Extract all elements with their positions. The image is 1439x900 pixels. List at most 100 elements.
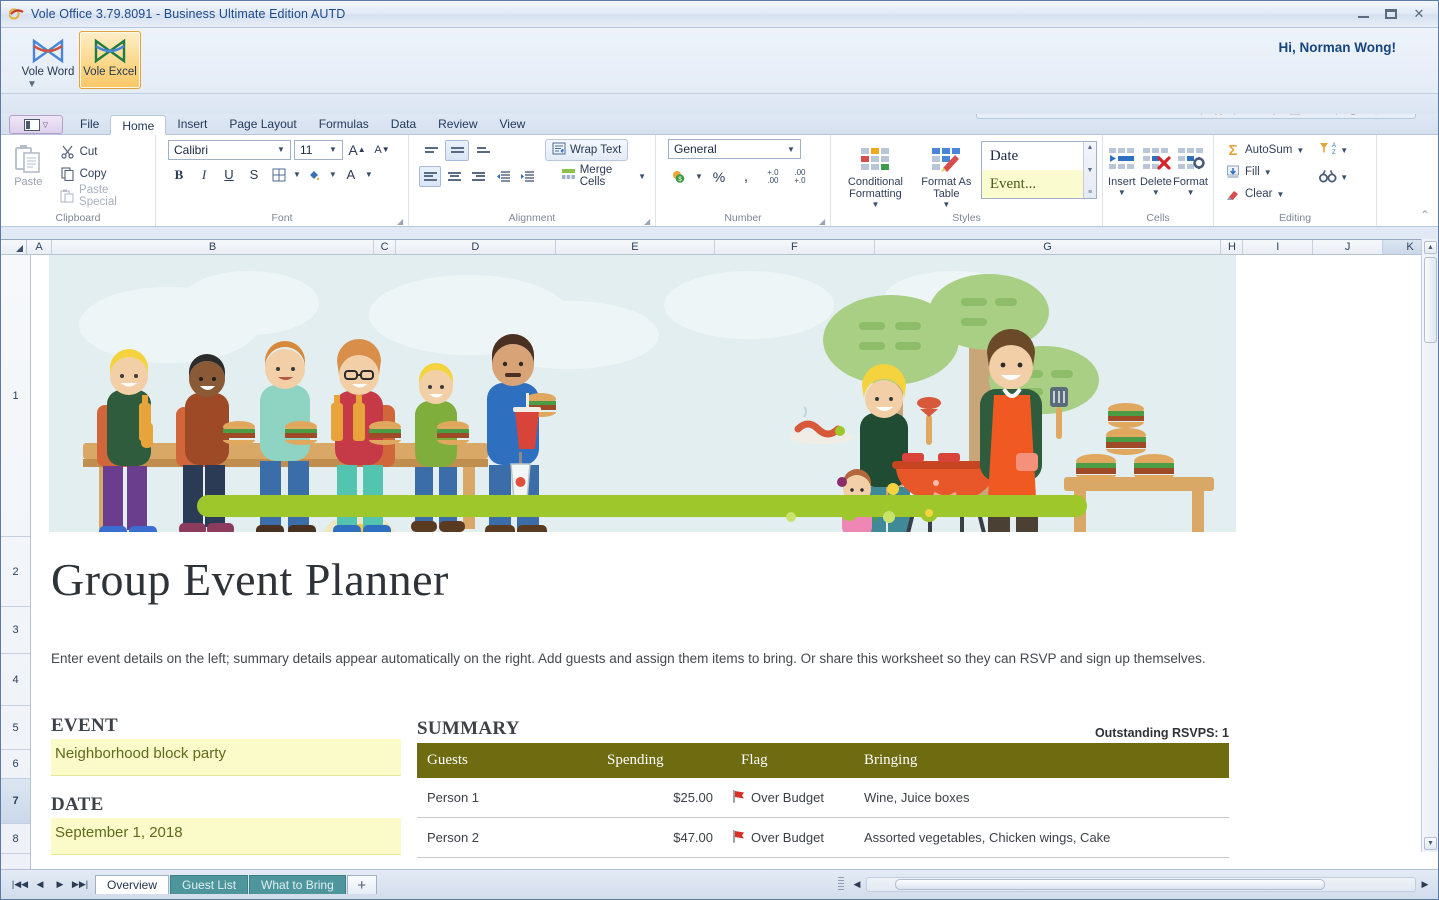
tab-view[interactable]: View bbox=[489, 114, 537, 134]
wrap-text-button[interactable]: Wrap Text bbox=[545, 139, 628, 161]
decrease-decimal-button[interactable]: .00+.0 bbox=[789, 166, 811, 187]
tab-review[interactable]: Review bbox=[427, 114, 488, 134]
font-dialog-launcher[interactable]: ◢ bbox=[397, 217, 405, 225]
table-row[interactable]: Person 3 $10.00 Ice cream, Soda bbox=[417, 858, 1229, 869]
ribbon-collapse-icon[interactable]: ▼ bbox=[27, 79, 37, 90]
scrollbar-resize-grip[interactable] bbox=[838, 877, 844, 892]
style-item-date[interactable]: Date bbox=[982, 142, 1096, 170]
column-header-g[interactable]: G bbox=[875, 240, 1222, 254]
horizontal-scroll-track[interactable] bbox=[866, 877, 1416, 892]
column-header-c[interactable]: C bbox=[374, 240, 396, 254]
align-top-button[interactable] bbox=[419, 140, 443, 161]
column-header-h[interactable]: H bbox=[1221, 240, 1243, 254]
column-header-j[interactable]: J bbox=[1313, 240, 1383, 254]
copy-button[interactable]: Copy bbox=[57, 163, 150, 185]
scroll-down-icon[interactable]: ▼ bbox=[1087, 167, 1094, 174]
row-header-6[interactable]: 6 bbox=[1, 750, 30, 779]
number-dialog-launcher[interactable]: ◢ bbox=[819, 217, 827, 225]
style-item-event[interactable]: Event... bbox=[982, 170, 1096, 198]
cut-button[interactable]: Cut bbox=[57, 141, 150, 163]
app-button-vole-excel[interactable]: Vole Excel bbox=[79, 31, 141, 89]
scroll-left-button[interactable]: ◀ bbox=[848, 876, 866, 893]
maximize-button[interactable] bbox=[1378, 5, 1404, 24]
column-header-f[interactable]: F bbox=[715, 240, 875, 254]
column-header-e[interactable]: E bbox=[556, 240, 716, 254]
ribbon-collapse-chevron-icon[interactable]: ⌃ bbox=[1420, 208, 1430, 222]
column-header-b[interactable]: B bbox=[52, 240, 374, 254]
font-color-chevron-icon[interactable]: ▼ bbox=[365, 170, 373, 179]
scroll-up-button[interactable]: ▲ bbox=[1424, 241, 1437, 254]
scroll-up-icon[interactable]: ▲ bbox=[1087, 144, 1094, 151]
align-left-button[interactable] bbox=[419, 166, 441, 187]
font-color-button[interactable]: A bbox=[340, 164, 362, 185]
font-size-combo[interactable]: 11 ▼ bbox=[294, 140, 343, 160]
bold-button[interactable]: B bbox=[168, 164, 190, 185]
accounting-chevron-icon[interactable]: ▼ bbox=[695, 172, 703, 181]
tab-home[interactable]: Home bbox=[110, 115, 166, 135]
align-center-button[interactable] bbox=[443, 166, 465, 187]
row-header-5[interactable]: 5 bbox=[1, 706, 30, 750]
next-sheet-button[interactable]: ▶ bbox=[51, 876, 69, 893]
percent-style-button[interactable]: % bbox=[708, 166, 730, 187]
event-value-cell[interactable]: Neighborhood block party bbox=[51, 739, 401, 776]
borders-button[interactable] bbox=[268, 164, 290, 185]
sheet-tab-guest-list[interactable]: Guest List bbox=[170, 875, 248, 894]
sort-filter-button[interactable]: A Z ▼ bbox=[1319, 141, 1348, 159]
column-header-i[interactable]: I bbox=[1243, 240, 1313, 254]
first-sheet-button[interactable]: |◀◀ bbox=[11, 876, 29, 893]
tab-insert[interactable]: Insert bbox=[166, 114, 218, 134]
sheet-tab-overview[interactable]: Overview bbox=[95, 875, 169, 894]
close-button[interactable]: ✕ bbox=[1406, 5, 1432, 24]
tab-page-layout[interactable]: Page Layout bbox=[218, 114, 307, 134]
cell-styles-gallery[interactable]: Date Event... ▲ ▼ ≡ bbox=[981, 141, 1097, 199]
column-header-a[interactable]: A bbox=[27, 240, 52, 254]
align-right-button[interactable] bbox=[468, 166, 490, 187]
increase-indent-button[interactable] bbox=[516, 166, 538, 187]
styles-gallery-scrollbar[interactable]: ▲ ▼ ≡ bbox=[1083, 142, 1096, 198]
tab-data[interactable]: Data bbox=[380, 114, 427, 134]
comma-style-button[interactable]: , bbox=[735, 166, 757, 187]
grow-font-button[interactable]: A▲ bbox=[346, 139, 368, 160]
conditional-formatting-button[interactable]: Conditional Formatting ▼ bbox=[839, 139, 912, 209]
delete-cells-button[interactable]: Delete ▼ bbox=[1139, 139, 1174, 197]
table-row[interactable]: Person 2 $47.00 Over Budget Assort bbox=[417, 818, 1229, 858]
row-header-4[interactable]: 4 bbox=[1, 654, 30, 706]
scroll-right-button[interactable]: ▶ bbox=[1416, 876, 1434, 893]
tab-file[interactable]: File bbox=[69, 114, 110, 134]
row-header-2[interactable]: 2 bbox=[1, 537, 30, 607]
borders-chevron-icon[interactable]: ▼ bbox=[293, 170, 301, 179]
format-as-table-button[interactable]: Format As Table ▼ bbox=[916, 139, 977, 209]
align-middle-button[interactable] bbox=[445, 140, 469, 161]
fill-color-button[interactable] bbox=[304, 164, 326, 185]
horizontal-scrollbar[interactable]: ◀ ▶ bbox=[838, 875, 1438, 894]
vertical-scroll-thumb[interactable] bbox=[1424, 257, 1437, 343]
vertical-scrollbar[interactable]: ▲ ▼ bbox=[1421, 239, 1438, 852]
font-family-combo[interactable]: Calibri ▼ bbox=[168, 140, 291, 160]
accounting-format-button[interactable]: $ bbox=[668, 166, 690, 187]
underline-button[interactable]: U bbox=[218, 164, 240, 185]
autosum-button[interactable]: Σ AutoSum ▼ bbox=[1222, 139, 1307, 161]
clear-button[interactable]: Clear ▼ bbox=[1222, 183, 1307, 205]
row-header-3[interactable]: 3 bbox=[1, 607, 30, 654]
paste-special-button[interactable]: Paste Special bbox=[57, 185, 150, 207]
strikethrough-button[interactable]: S bbox=[243, 164, 265, 185]
merge-cells-button[interactable]: Merge Cells ▼ bbox=[557, 165, 650, 187]
insert-cells-button[interactable]: Insert ▼ bbox=[1105, 139, 1139, 197]
number-format-combo[interactable]: General ▼ bbox=[668, 139, 801, 159]
previous-sheet-button[interactable]: ◀ bbox=[31, 876, 49, 893]
italic-button[interactable]: I bbox=[193, 164, 215, 185]
format-cells-button[interactable]: Format ▼ bbox=[1173, 139, 1208, 197]
scroll-down-button[interactable]: ▼ bbox=[1424, 837, 1437, 850]
fill-color-chevron-icon[interactable]: ▼ bbox=[329, 170, 337, 179]
add-sheet-button[interactable]: + bbox=[347, 875, 377, 894]
fill-button[interactable]: Fill ▼ bbox=[1222, 161, 1307, 183]
minimize-button[interactable] bbox=[1350, 5, 1376, 24]
more-styles-icon[interactable]: ≡ bbox=[1088, 189, 1092, 196]
alignment-dialog-launcher[interactable]: ◢ bbox=[644, 217, 652, 225]
ribbon-menu-button[interactable]: ▽ bbox=[9, 115, 63, 134]
grid-canvas[interactable]: Group Event Planner Enter event details … bbox=[31, 255, 1438, 869]
row-header-1[interactable]: 1 bbox=[1, 255, 30, 537]
last-sheet-button[interactable]: ▶▶| bbox=[71, 876, 89, 893]
column-header-d[interactable]: D bbox=[396, 240, 556, 254]
paste-button[interactable]: Paste bbox=[6, 139, 51, 188]
